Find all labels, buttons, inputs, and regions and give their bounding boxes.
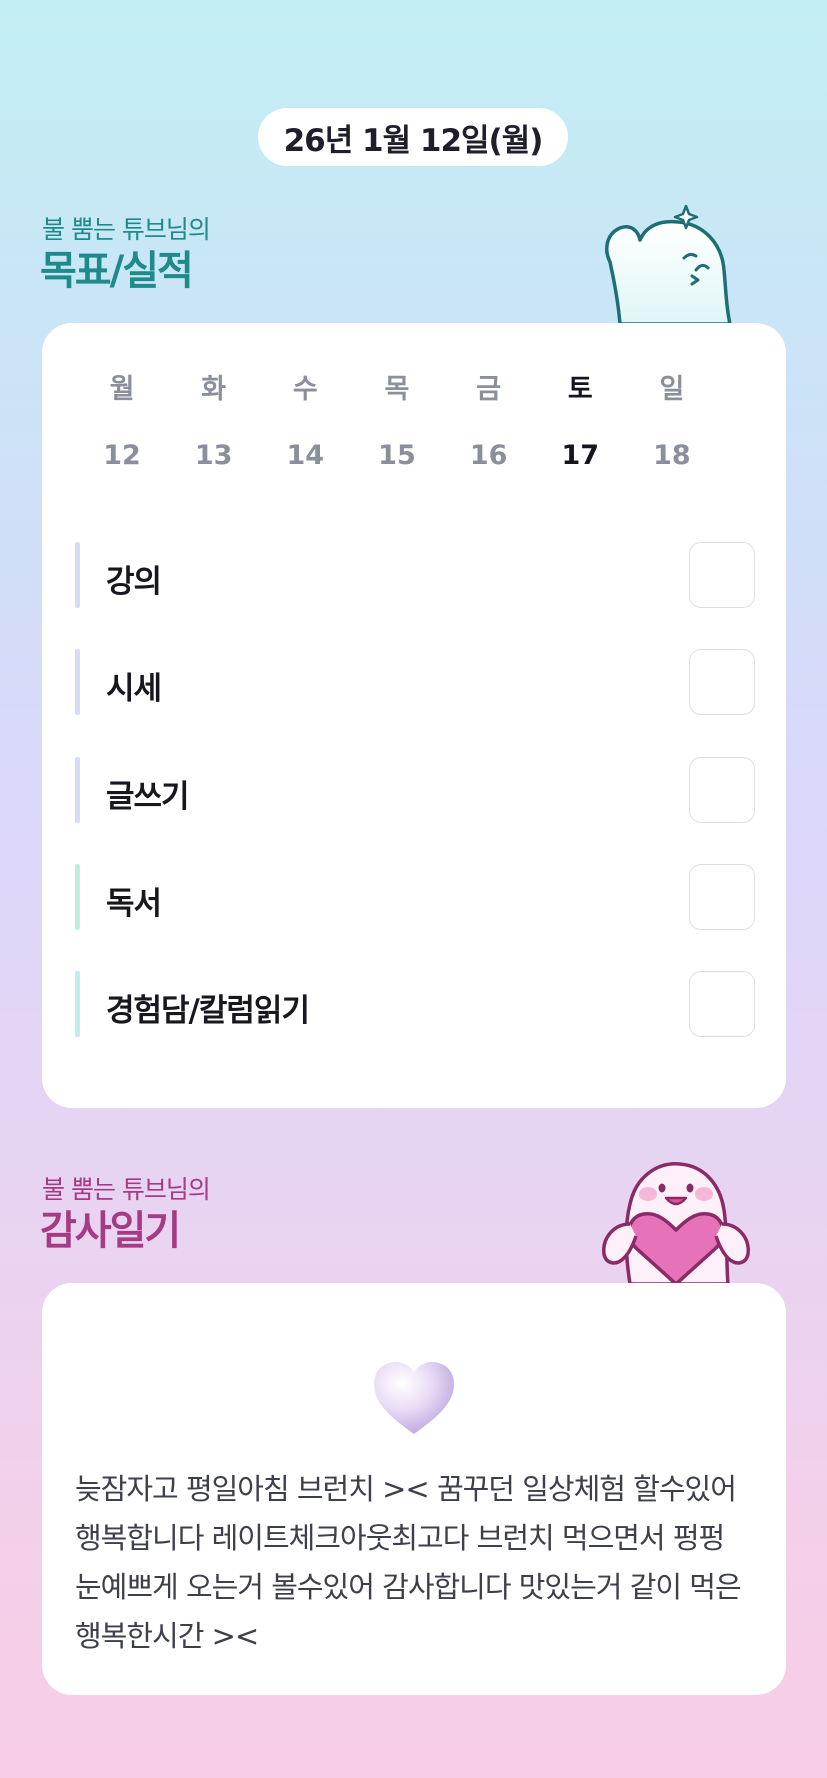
task-checkbox[interactable] (689, 649, 755, 715)
day-number: 12 (103, 440, 141, 471)
task-label: 글쓰기 (106, 779, 190, 815)
day-fri[interactable]: 금 16 (459, 367, 519, 471)
heart-icon (374, 1362, 454, 1434)
day-label: 토 (567, 374, 593, 405)
day-number: 13 (194, 440, 233, 471)
week-strip: 월 12 화 13 수 14 목 15 금 16 토 17 일 18 (92, 367, 702, 471)
day-number: 15 (378, 440, 416, 471)
day-label: 목 (384, 374, 410, 405)
task-row-column-reading: 경험담/칼럼읽기 (75, 971, 755, 1037)
day-number: 17 (561, 440, 600, 471)
task-checkbox[interactable] (689, 757, 755, 823)
gratitude-entry-text: 늦잠자고 평일아침 브런치 >< 꿈꾸던 일상체험 할수있어 행복합니다 레이트… (75, 1472, 742, 1653)
task-label: 시세 (106, 671, 162, 707)
task-label: 경험담/칼럼읽기 (106, 993, 310, 1029)
waving-ghost-icon (605, 204, 732, 324)
day-number: 18 (653, 440, 691, 471)
task-checkbox[interactable] (689, 542, 755, 608)
day-label: 화 (201, 374, 227, 405)
task-row-lecture: 강의 (75, 542, 755, 608)
day-mon[interactable]: 월 12 (92, 367, 152, 471)
day-number: 14 (286, 440, 325, 471)
gratitude-section-title: 감사일기 (40, 1208, 181, 1254)
task-label: 독서 (106, 886, 162, 922)
day-thu[interactable]: 목 15 (367, 367, 427, 471)
task-color-bar (75, 649, 80, 715)
heart-hugging-ghost-icon (602, 1162, 750, 1284)
task-color-bar (75, 864, 80, 930)
day-tue[interactable]: 화 13 (184, 367, 244, 471)
task-checkbox[interactable] (689, 864, 755, 930)
task-row-writing: 글쓰기 (75, 757, 755, 823)
task-row-reading: 독서 (75, 864, 755, 930)
gratitude-card: 늦잠자고 평일아침 브런치 >< 꿈꾸던 일상체험 할수있어 행복합니다 레이트… (42, 1283, 786, 1695)
day-label: 일 (659, 374, 685, 405)
goal-card: 월 12 화 13 수 14 목 15 금 16 토 17 일 18 강의 시세 글쓰기 독서… (42, 323, 786, 1108)
day-label: 수 (292, 374, 318, 405)
day-sun[interactable]: 일 18 (642, 367, 702, 471)
task-color-bar (75, 542, 80, 608)
task-row-market: 시세 (75, 649, 755, 715)
task-color-bar (75, 971, 80, 1037)
day-number: 16 (469, 440, 508, 471)
task-label: 강의 (106, 564, 162, 600)
day-sat[interactable]: 토 17 (550, 367, 610, 471)
day-wed[interactable]: 수 14 (275, 367, 335, 471)
date-pill[interactable]: 26년 1월 12일(월) (258, 108, 568, 166)
task-color-bar (75, 757, 80, 823)
day-label: 금 (476, 374, 502, 405)
task-checkbox[interactable] (689, 971, 755, 1037)
day-label: 월 (109, 374, 135, 405)
goal-section-title: 목표/실적 (40, 248, 194, 294)
